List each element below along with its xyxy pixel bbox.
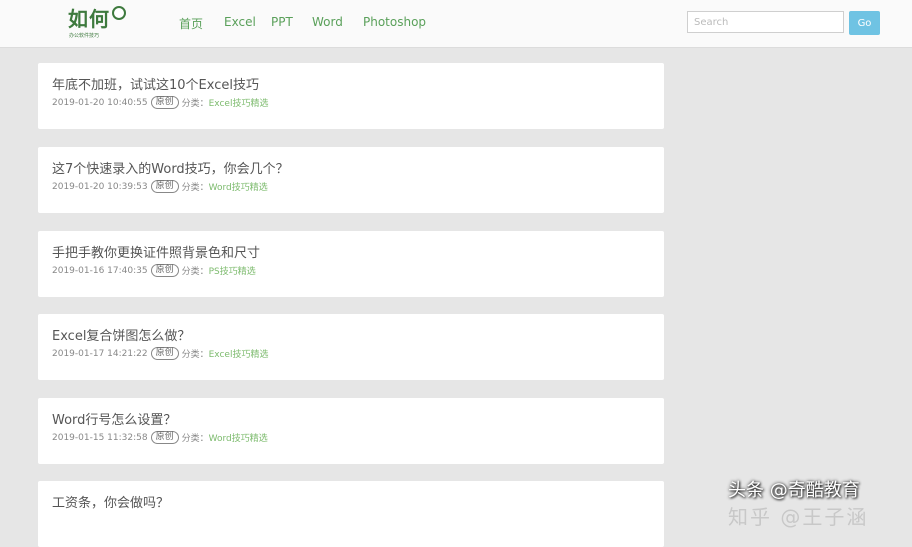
site-logo[interactable]: 如何 办公软件技巧: [68, 6, 128, 42]
post-datetime: 2019-01-15 11:32:58: [52, 432, 148, 443]
post-meta: 2019-01-20 10:40:55 原创 分类： Excel技巧精选: [52, 96, 268, 109]
nav-item-excel[interactable]: Excel: [224, 15, 256, 29]
post-card: Excel复合饼图怎么做？ 2019-01-17 14:21:22 原创 分类：…: [38, 314, 664, 380]
logo-subtitle: 办公软件技巧: [69, 33, 100, 39]
post-card: 这7个快速录入的Word技巧，你会几个？ 2019-01-20 10:39:53…: [38, 147, 664, 213]
post-meta: 2019-01-16 17:40:35 原创 分类： PS技巧精选: [52, 264, 256, 277]
top-navbar: 如何 办公软件技巧 首页 Excel PPT Word Photoshop Go: [0, 0, 912, 48]
post-meta: 2019-01-15 11:32:58 原创 分类： Word技巧精选: [52, 431, 268, 444]
post-card: Word行号怎么设置？ 2019-01-15 11:32:58 原创 分类： W…: [38, 398, 664, 464]
nav-item-photoshop[interactable]: Photoshop: [363, 15, 426, 29]
post-title[interactable]: 年底不加班，试试这10个Excel技巧: [52, 74, 259, 93]
post-card: 手把手教你更换证件照背景色和尺寸 2019-01-16 17:40:35 原创 …: [38, 231, 664, 297]
watermark-text: 头条 @奇酷教育: [728, 480, 860, 501]
category-link[interactable]: Word技巧精选: [209, 180, 268, 193]
nav-item-ppt[interactable]: PPT: [271, 15, 293, 29]
post-title[interactable]: 这7个快速录入的Word技巧，你会几个？: [52, 158, 289, 177]
post-datetime: 2019-01-16 17:40:35: [52, 265, 148, 276]
category-label: 分类：: [181, 267, 209, 277]
post-datetime: 2019-01-20 10:39:53: [52, 181, 148, 192]
category-link[interactable]: PS技巧精选: [209, 264, 256, 277]
post-card: 工资条，你会做吗？: [38, 481, 664, 547]
search-input[interactable]: [687, 11, 844, 33]
post-meta: 2019-01-20 10:39:53 原创 分类： Word技巧精选: [52, 180, 268, 193]
category-label: 分类：: [181, 434, 209, 444]
search-go-button[interactable]: Go: [849, 11, 880, 35]
logo-badge-icon: [112, 6, 126, 20]
original-badge: 原创: [150, 264, 179, 277]
post-meta: 2019-01-17 14:21:22 原创 分类： Excel技巧精选: [52, 347, 268, 360]
original-badge: 原创: [150, 180, 179, 193]
post-title[interactable]: Excel复合饼图怎么做？: [52, 325, 190, 344]
logo-text: 如何: [68, 7, 110, 31]
nav-item-home[interactable]: 首页: [179, 15, 203, 32]
category-label: 分类：: [181, 350, 209, 360]
watermark-bottom: 知乎 @王子涵: [728, 505, 869, 529]
category-label: 分类：: [181, 99, 209, 109]
post-title[interactable]: Word行号怎么设置？: [52, 409, 176, 428]
category-link[interactable]: Word技巧精选: [209, 431, 268, 444]
original-badge: 原创: [150, 431, 179, 444]
post-datetime: 2019-01-17 14:21:22: [52, 348, 148, 359]
post-title[interactable]: 工资条，你会做吗？: [52, 492, 169, 511]
original-badge: 原创: [150, 96, 179, 109]
category-label: 分类：: [181, 183, 209, 193]
post-card: 年底不加班，试试这10个Excel技巧 2019-01-20 10:40:55 …: [38, 63, 664, 129]
post-datetime: 2019-01-20 10:40:55: [52, 97, 148, 108]
post-title[interactable]: 手把手教你更换证件照背景色和尺寸: [52, 242, 260, 261]
category-link[interactable]: Excel技巧精选: [209, 347, 269, 360]
category-link[interactable]: Excel技巧精选: [209, 96, 269, 109]
original-badge: 原创: [150, 347, 179, 360]
nav-item-word[interactable]: Word: [312, 15, 343, 29]
